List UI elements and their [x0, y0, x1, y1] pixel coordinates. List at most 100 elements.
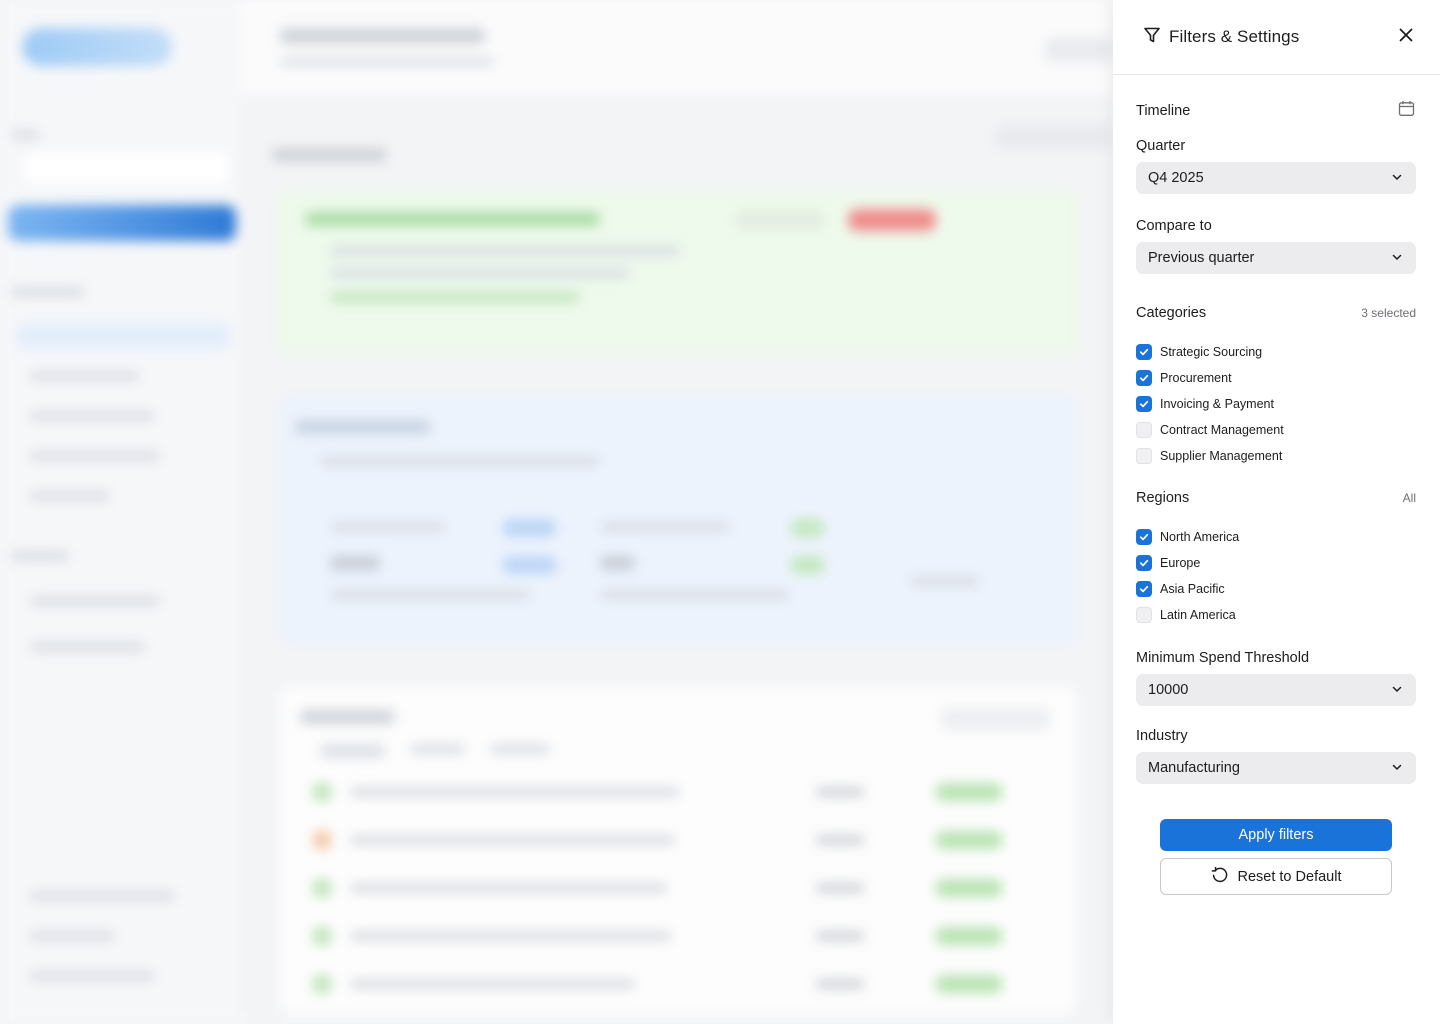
category-label: Contract Management [1160, 423, 1284, 437]
panel-header: Filters & Settings [1113, 0, 1440, 75]
apply-filters-button[interactable]: Apply filters [1160, 819, 1392, 851]
bg-text [910, 576, 980, 586]
checkbox-checked[interactable] [1136, 344, 1152, 360]
compare-label: Compare to [1136, 218, 1212, 234]
quarter-label: Quarter [1136, 138, 1186, 154]
calendar-icon[interactable] [1398, 100, 1415, 122]
category-invoicing-payment[interactable]: Invoicing & Payment [1136, 391, 1417, 417]
reset-default-button[interactable]: Reset to Default [1160, 858, 1392, 895]
quarter-value: Q4 2025 [1148, 170, 1204, 186]
bg-pill [935, 831, 1003, 849]
bg-text [350, 979, 635, 989]
checkbox-checked[interactable] [1136, 370, 1152, 386]
check-icon [1139, 400, 1149, 408]
spend-value: 10000 [1148, 682, 1189, 698]
category-label: Strategic Sourcing [1160, 345, 1263, 359]
bg-nav-selected [16, 322, 230, 350]
bg-text [30, 642, 145, 652]
bg-text [272, 148, 387, 162]
industry-label: Industry [1136, 728, 1188, 744]
bg-pill [848, 209, 936, 231]
bg-row-icon [313, 927, 331, 945]
bg-button [8, 205, 236, 241]
compare-select[interactable]: Previous quarter [1136, 242, 1416, 274]
bg-text [350, 787, 680, 797]
bg-text [30, 596, 160, 606]
bg-row-icon [313, 783, 331, 801]
bg-text [30, 451, 160, 461]
bg-row-icon [313, 831, 331, 849]
checkbox-checked[interactable] [1136, 555, 1152, 571]
compare-value: Previous quarter [1148, 250, 1255, 266]
region-label: Europe [1160, 556, 1201, 570]
bg-text [30, 971, 155, 981]
panel-title: Filters & Settings [1169, 27, 1300, 46]
bg-button [940, 708, 1050, 730]
region-north-america[interactable]: North America [1136, 524, 1417, 550]
bg-field [22, 150, 232, 186]
region-europe[interactable]: Europe [1136, 550, 1417, 576]
category-supplier-management[interactable]: Supplier Management [1136, 443, 1417, 469]
bg-text [30, 411, 155, 421]
checkbox-unchecked[interactable] [1136, 422, 1152, 438]
close-button[interactable] [1395, 26, 1417, 48]
chevron-down-icon [1392, 760, 1402, 776]
region-asia-pacific[interactable]: Asia Pacific [1136, 576, 1417, 602]
bg-card [278, 685, 1078, 1015]
bg-text [305, 212, 600, 226]
reset-icon [1211, 866, 1229, 888]
category-label: Invoicing & Payment [1160, 397, 1274, 411]
industry-select[interactable]: Manufacturing [1136, 752, 1416, 784]
quarter-select[interactable]: Q4 2025 [1136, 162, 1416, 194]
bg-text [410, 744, 465, 754]
category-procurement[interactable]: Procurement [1136, 365, 1417, 391]
region-latin-america[interactable]: Latin America [1136, 602, 1417, 628]
category-contract-management[interactable]: Contract Management [1136, 417, 1417, 443]
bg-text [10, 551, 70, 561]
bg-text [320, 744, 385, 758]
category-strategic-sourcing[interactable]: Strategic Sourcing [1136, 339, 1417, 365]
checkbox-unchecked[interactable] [1136, 607, 1152, 623]
regions-list: North America Europe Asia Pacific Latin … [1136, 524, 1417, 628]
bg-text [330, 292, 580, 302]
bg-text [330, 590, 530, 600]
filters-panel: Filters & Settings Timeline Quarter Q4 2… [1113, 0, 1440, 1024]
filter-icon [1143, 26, 1161, 49]
bg-text [490, 744, 550, 754]
checkbox-unchecked[interactable] [1136, 448, 1152, 464]
bg-text [350, 883, 668, 893]
bg-pill [502, 519, 557, 537]
checkbox-checked[interactable] [1136, 529, 1152, 545]
bg-pill [935, 879, 1003, 897]
categories-header: Categories 3 selected [1136, 305, 1416, 321]
bg-text [295, 420, 430, 434]
bg-text [30, 371, 140, 381]
bg-text [30, 491, 110, 501]
check-icon [1139, 559, 1149, 567]
check-icon [1139, 533, 1149, 541]
bg-pill [935, 783, 1003, 801]
timeline-header: Timeline [1136, 100, 1417, 122]
bg-header [240, 0, 1113, 95]
checkbox-checked[interactable] [1136, 396, 1152, 412]
bg-text [815, 787, 865, 797]
bg-logo [22, 28, 172, 66]
bg-pill [790, 519, 825, 537]
bg-row-icon [313, 879, 331, 897]
region-label: North America [1160, 530, 1240, 544]
panel-body: Timeline Quarter Q4 2025 Compare to Prev… [1113, 100, 1440, 784]
timeline-label: Timeline [1136, 103, 1191, 119]
close-icon [1399, 28, 1413, 47]
checkbox-checked[interactable] [1136, 581, 1152, 597]
spend-select[interactable]: 10000 [1136, 674, 1416, 706]
bg-text [330, 522, 445, 532]
bg-pill [790, 556, 825, 574]
chevron-down-icon [1392, 682, 1402, 698]
categories-list: Strategic Sourcing Procurement Invoicing… [1136, 339, 1417, 469]
category-label: Procurement [1160, 371, 1232, 385]
panel-title-group: Filters & Settings [1143, 26, 1395, 49]
regions-label: Regions [1136, 490, 1190, 506]
bg-text [10, 287, 85, 297]
bg-text [815, 835, 865, 845]
bg-text [30, 931, 115, 941]
